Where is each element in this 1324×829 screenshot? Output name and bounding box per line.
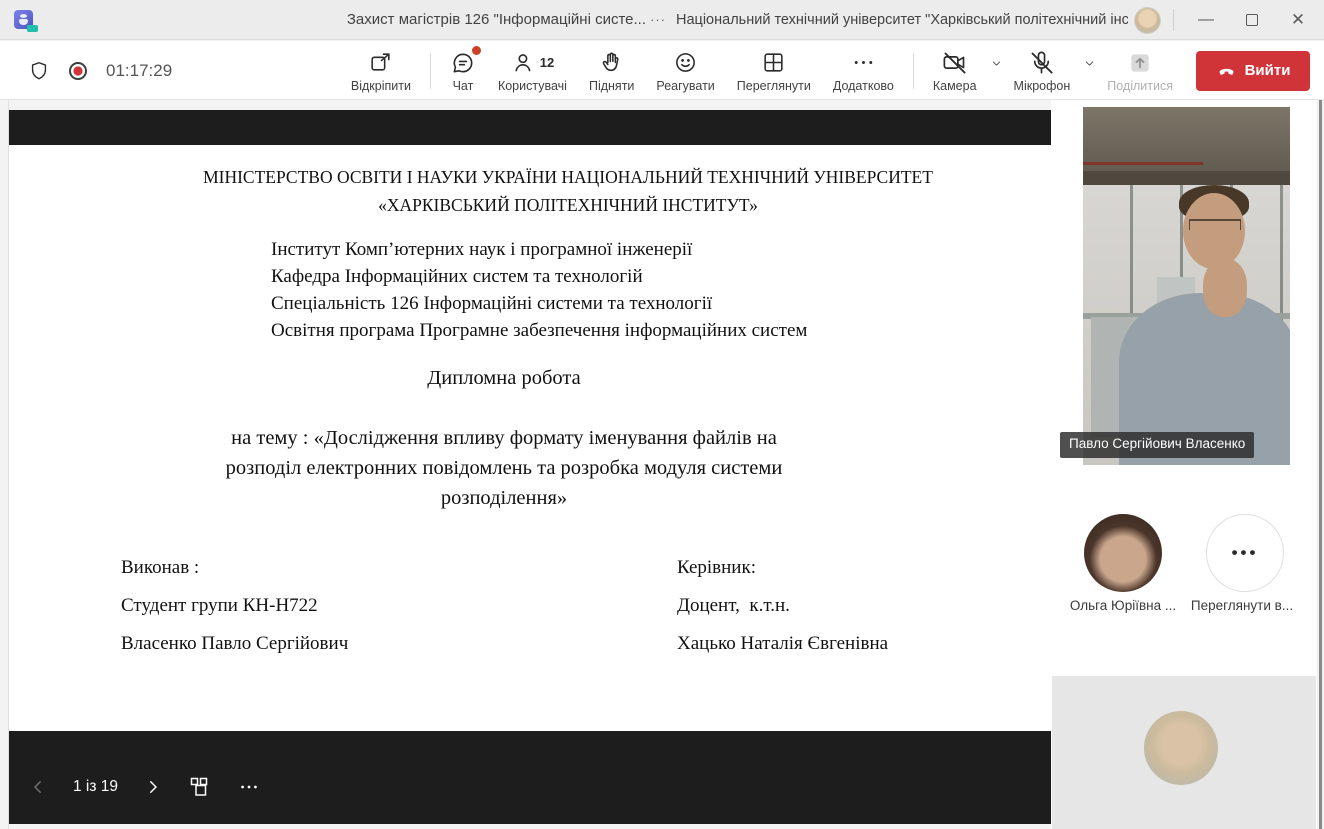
doc-heading-line2: «ХАРКІВСЬКИЙ ПОЛІТЕХНІЧНИЙ ІНСТИТУТ»: [73, 195, 1063, 216]
camera-off-icon: [941, 49, 968, 76]
smiley-icon: [673, 50, 698, 75]
meeting-timer: 01:17:29: [106, 61, 172, 81]
share-bottom-strip: [9, 824, 1052, 829]
chevron-right-icon: [144, 778, 162, 796]
chat-icon: [450, 50, 476, 76]
doc-heading-line1: МІНІСТЕРСТВО ОСВІТИ І НАУКИ УКРАЇНИ НАЦІ…: [73, 167, 1063, 188]
minimize-button[interactable]: —: [1183, 0, 1229, 40]
more-options-button[interactable]: Додатково: [822, 49, 905, 93]
shared-document-page: МІНІСТЕРСТВО ОСВІТИ І НАУКИ УКРАЇНИ НАЦІ…: [9, 145, 1052, 731]
share-top-bar: [9, 110, 1052, 145]
teams-logo-icon: [14, 8, 38, 32]
doc-topic-line1: на тему : «Дослідження впливу формату ім…: [9, 427, 999, 450]
doc-author-name: Власенко Павло Сергійович: [121, 633, 348, 655]
thumbnails-icon: [188, 775, 212, 799]
mic-off-icon: [1028, 49, 1055, 76]
doc-author-label: Виконав :: [121, 557, 199, 579]
view-more-label: Переглянути в...: [1181, 598, 1303, 613]
view-button[interactable]: Переглянути: [726, 49, 822, 93]
titlebar-more-icon[interactable]: ···: [650, 12, 666, 27]
speaker-video-tile[interactable]: [1083, 107, 1290, 465]
participant-avatar-olha[interactable]: [1084, 514, 1162, 592]
unpin-button[interactable]: Відкріпити: [340, 49, 422, 93]
maximize-button[interactable]: [1229, 0, 1275, 40]
chevron-left-icon: [29, 778, 47, 796]
participants-button[interactable]: 12 Користувачі: [487, 49, 578, 93]
doc-advisor-name: Хацько Наталія Євгенівна: [677, 633, 888, 655]
shield-icon[interactable]: [28, 60, 50, 82]
view-more-participants-button[interactable]: •••: [1206, 514, 1284, 592]
maximize-icon: [1246, 14, 1258, 26]
grid-view-icon: [761, 50, 786, 75]
mic-chevron-icon[interactable]: [1083, 57, 1096, 70]
thumbnails-button[interactable]: [188, 775, 212, 799]
react-button[interactable]: Реагувати: [645, 49, 725, 93]
speaker-name-tag: Павло Сергійович Власенко: [1060, 432, 1254, 458]
titlebar-divider: [1173, 9, 1174, 31]
share-button[interactable]: Поділитися: [1096, 49, 1184, 93]
chat-button[interactable]: Чат: [439, 49, 487, 93]
toolbar-divider: [913, 53, 914, 89]
slide-pager: 1 із 19: [29, 769, 260, 805]
self-view-avatar: [1144, 711, 1218, 785]
participants-count: 12: [540, 55, 554, 70]
title-bar: Захист магістрів 126 "Інформаційні систе…: [0, 0, 1324, 40]
pager-more-icon: [238, 776, 260, 798]
doc-author-group: Студент групи КН-Н722: [121, 595, 318, 617]
previous-slide-button[interactable]: [29, 778, 47, 796]
leave-button[interactable]: Вийти: [1196, 51, 1310, 91]
sidebar-scrollbar: [1317, 100, 1324, 829]
chat-notification-dot: [472, 46, 481, 55]
doc-info-line: Інститут Комп’ютерних наук і програмної …: [271, 239, 692, 261]
recording-indicator-icon: [66, 59, 90, 83]
doc-work-type: Дипломна робота: [9, 367, 999, 390]
microphone-button[interactable]: Мікрофон: [1003, 49, 1082, 93]
doc-topic-line2: розподіл електронних повідомлень та розр…: [9, 457, 999, 480]
meeting-toolbar: 01:17:29 Відкріпити Чат: [0, 41, 1324, 100]
teams-meeting-window: Захист магістрів 126 "Інформаційні систе…: [0, 0, 1324, 829]
share-icon: [1127, 50, 1153, 76]
hangup-phone-icon: [1216, 60, 1237, 81]
organization-title: Національний технічний університет "Харк…: [676, 12, 1128, 28]
raised-hand-icon: [599, 50, 624, 75]
doc-advisor-title: Доцент, к.т.н.: [677, 595, 790, 617]
doc-info-line: Освітня програма Програмне забезпечення …: [271, 320, 807, 342]
more-horizontal-icon: [851, 50, 876, 75]
participants-sidebar: Павло Сергійович Власенко ••• Ольга Юрії…: [1051, 100, 1317, 829]
raise-hand-button[interactable]: Підняти: [578, 49, 645, 93]
main-area: МІНІСТЕРСТВО ОСВІТИ І НАУКИ УКРАЇНИ НАЦІ…: [0, 100, 1324, 829]
next-slide-button[interactable]: [144, 778, 162, 796]
doc-topic-line3: розподілення»: [9, 487, 999, 510]
doc-info-line: Спеціальність 126 Інформаційні системи т…: [271, 293, 712, 315]
self-view-tile[interactable]: [1052, 676, 1316, 829]
toolbar-divider: [430, 53, 431, 89]
screen-share-stage: МІНІСТЕРСТВО ОСВІТИ І НАУКИ УКРАЇНИ НАЦІ…: [8, 100, 1051, 829]
doc-advisor-label: Керівник:: [677, 557, 756, 579]
slide-counter: 1 із 19: [73, 778, 118, 796]
share-bottom-bar: 1 із 19: [9, 731, 1052, 824]
scrollbar-thumb[interactable]: [1319, 100, 1322, 829]
close-button[interactable]: ✕: [1275, 0, 1321, 40]
doc-info-line: Кафедра Інформаційних систем та технолог…: [271, 266, 643, 288]
meeting-title: Захист магістрів 126 "Інформаційні систе…: [316, 11, 646, 28]
camera-chevron-icon[interactable]: [990, 57, 1003, 70]
camera-button[interactable]: Камера: [922, 49, 988, 93]
participant-name-olha: Ольга Юріївна ...: [1062, 598, 1184, 613]
pager-more-button[interactable]: [238, 776, 260, 798]
user-avatar[interactable]: [1134, 7, 1161, 34]
people-icon: [511, 50, 537, 76]
popout-icon: [368, 50, 393, 75]
